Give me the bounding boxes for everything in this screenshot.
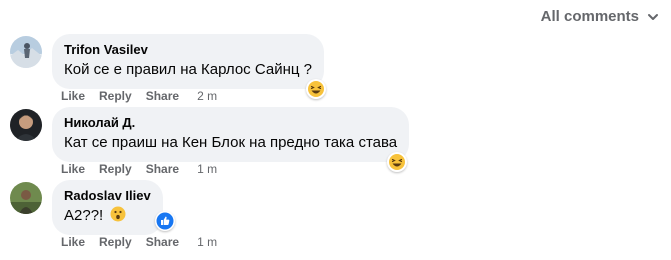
comment-timestamp[interactable]: 1 m: [197, 162, 217, 176]
comment-bubble: Николай Д. Кат се праиш на Кен Блок на п…: [52, 107, 410, 172]
share-link[interactable]: Share: [146, 162, 179, 176]
comment-timestamp[interactable]: 2 m: [197, 89, 217, 103]
laughing-emoji[interactable]: [305, 79, 326, 99]
comment-filter-label: All comments: [540, 8, 639, 25]
comment-text: Кой се е правил на Карлос Сайнц ?: [64, 61, 312, 78]
share-link[interactable]: Share: [146, 89, 179, 103]
like-link[interactable]: Like: [61, 89, 85, 103]
reply-link[interactable]: Reply: [99, 89, 132, 103]
comment-item: Trifon Vasilev Кой се е правил на Карлос…: [10, 34, 326, 99]
comment-text: Кат се праиш на Кен Блок на предно така …: [64, 134, 398, 151]
comment-actions: Like Reply Share 2 m: [61, 89, 217, 103]
comment-timestamp[interactable]: 1 m: [197, 235, 217, 249]
laughing-emoji[interactable]: [387, 152, 408, 172]
share-link[interactable]: Share: [146, 235, 179, 249]
comment-bubble: Radoslav Iliev A2??!: [52, 180, 175, 235]
comment-filter-dropdown[interactable]: All comments: [541, 8, 659, 25]
comment-item: Николай Д. Кат се праиш на Кен Блок на п…: [10, 107, 410, 172]
avatar-image: [10, 36, 42, 68]
comment-actions: Like Reply Share 1 m: [61, 162, 217, 176]
comment-actions: Like Reply Share 1 m: [61, 235, 217, 249]
comment-text: A2??!: [64, 206, 151, 226]
avatar[interactable]: [10, 182, 42, 214]
like-link[interactable]: Like: [61, 162, 85, 176]
reply-link[interactable]: Reply: [99, 162, 132, 176]
like-icon[interactable]: [154, 211, 175, 231]
like-link[interactable]: Like: [61, 235, 85, 249]
reply-link[interactable]: Reply: [99, 235, 132, 249]
surprised-emoji: [110, 206, 126, 222]
chevron-down-icon: [648, 13, 658, 20]
avatar[interactable]: [10, 36, 42, 68]
avatar-image: [10, 182, 42, 214]
comment-author[interactable]: Radoslav Iliev: [64, 188, 151, 204]
avatar[interactable]: [10, 109, 42, 141]
comment-text-value: A2??!: [64, 207, 104, 224]
comment-bubble: Trifon Vasilev Кой се е правил на Карлос…: [52, 34, 326, 99]
comment-author[interactable]: Trifon Vasilev: [64, 42, 312, 58]
avatar-image: [10, 109, 42, 141]
comment-item: Radoslav Iliev A2??!: [10, 180, 175, 235]
comment-author[interactable]: Николай Д.: [64, 115, 397, 131]
